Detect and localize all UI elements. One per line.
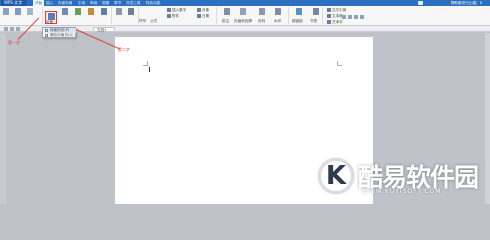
textbox-icon[interactable] — [128, 8, 134, 15]
delete-cover-page-item[interactable]: 删除封面页(D) — [44, 33, 76, 38]
margin-corner-top-right — [337, 61, 342, 66]
margin-corner-top-left — [143, 61, 148, 66]
comment-label: 批注 — [222, 19, 230, 23]
comment-icon[interactable] — [224, 8, 230, 15]
document-tab[interactable]: 文档1 — [93, 27, 115, 32]
cover-page-dropdown: 库面封页(P) 删除封面页(D) — [42, 27, 76, 38]
table-icon[interactable] — [62, 8, 68, 15]
watermark-icon[interactable] — [275, 8, 281, 15]
avatar[interactable] — [418, 1, 423, 5]
cross-reference-label[interactable]: 交叉引用 — [332, 8, 346, 13]
date-label[interactable]: 日期 — [202, 14, 209, 19]
ribbon-divider — [111, 7, 112, 24]
attachment-label[interactable]: 附件 — [172, 14, 179, 19]
undo-icon[interactable] — [10, 27, 14, 31]
redo-icon[interactable] — [16, 27, 20, 31]
formula-label[interactable]: 公式 — [150, 19, 157, 24]
ribbon-divider — [322, 7, 323, 24]
number-icon[interactable] — [167, 8, 171, 12]
arrange-icon[interactable] — [348, 15, 352, 19]
text-box-icon[interactable] — [327, 14, 331, 18]
header-footer-label: 页眉和页脚 — [234, 19, 252, 23]
ribbon: 封面 符号 公式 插入数字 附件 对象 日期 批注 页眉和页脚 页码 水印 超链… — [0, 6, 490, 26]
rotate-icon[interactable] — [360, 15, 364, 19]
align-icon[interactable] — [342, 15, 346, 19]
watermark-url: WWW.KUYISOFT.COM — [362, 188, 442, 195]
wordart-label[interactable]: 艺术字 — [332, 20, 343, 25]
cover-item-icon — [45, 29, 48, 32]
page-header-icon[interactable] — [116, 8, 122, 15]
bookmark-icon[interactable] — [313, 8, 319, 15]
date-icon[interactable] — [197, 14, 201, 18]
step-two-arrow — [75, 29, 121, 50]
watermark-logo-letter: K — [325, 161, 347, 191]
ribbon-divider — [216, 7, 217, 24]
object-icon[interactable] — [197, 8, 201, 12]
left-panel — [0, 33, 6, 204]
shape-icon[interactable] — [88, 8, 94, 15]
hyperlink-icon[interactable] — [296, 8, 302, 15]
site-watermark: K 酷易软件园 WWW.KUYISOFT.COM — [318, 150, 488, 202]
picture-icon[interactable] — [75, 8, 81, 15]
cover-page-label: 封面 — [46, 20, 54, 24]
save-icon[interactable] — [4, 27, 8, 31]
symbol-label[interactable]: 符号 — [139, 19, 146, 24]
insert-number-label[interactable]: 插入数字 — [172, 8, 186, 13]
delete-item-icon — [45, 34, 48, 37]
blank-page-icon[interactable] — [27, 8, 33, 15]
cross-reference-icon[interactable] — [327, 8, 331, 12]
format-painter-icon[interactable] — [15, 8, 21, 15]
header-footer-icon[interactable] — [240, 8, 246, 15]
hyperlink-label: 超链接 — [292, 19, 303, 23]
ribbon-divider — [42, 7, 43, 24]
page-number-label: 页码 — [258, 19, 266, 23]
delete-cover-page-label: 删除封面页(D) — [50, 33, 74, 37]
step-one-annotation: 第一步 — [8, 40, 20, 45]
attachment-icon[interactable] — [167, 14, 171, 18]
cover-page-icon — [48, 13, 55, 20]
text-cursor — [149, 67, 150, 72]
insert-cover-page-label: 库面封页(P) — [50, 28, 70, 32]
watermark-logo: K — [318, 158, 354, 194]
page-number-icon[interactable] — [259, 8, 265, 15]
paste-icon[interactable] — [3, 8, 9, 15]
watermark-label: 水印 — [274, 19, 282, 23]
wordart-icon[interactable] — [327, 20, 331, 24]
chart-icon[interactable] — [101, 8, 107, 15]
group-icon[interactable] — [354, 15, 358, 19]
bookmark-label: 书签 — [310, 19, 318, 23]
object-label[interactable]: 对象 — [202, 8, 209, 13]
ribbon-divider — [288, 7, 289, 24]
